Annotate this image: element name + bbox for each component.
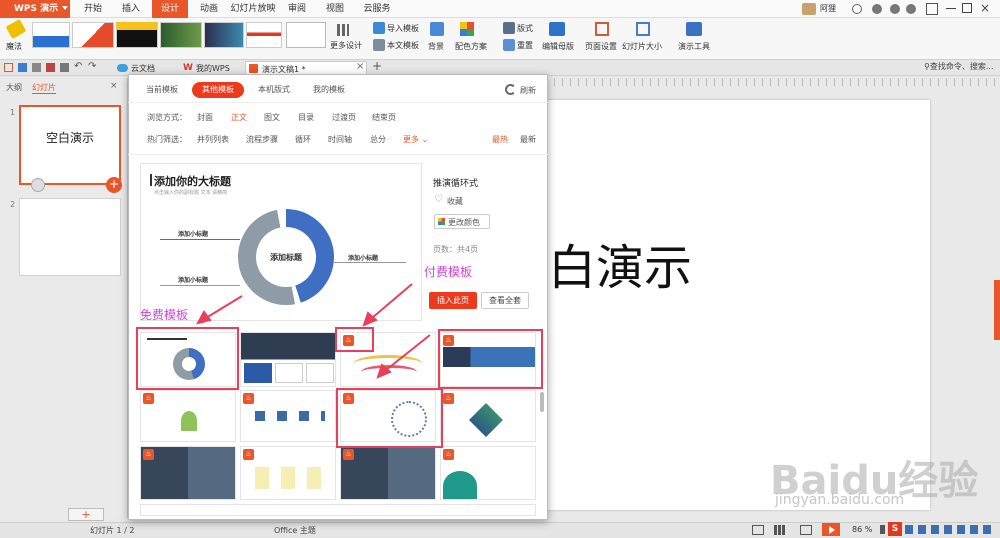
arrow-head	[376, 363, 392, 379]
arrow-head	[362, 311, 378, 327]
annotation-arrows	[196, 283, 431, 379]
arrow-line	[385, 334, 431, 371]
arrow-line	[371, 283, 413, 319]
arrow-line	[205, 295, 243, 319]
arrow-head	[196, 310, 212, 325]
